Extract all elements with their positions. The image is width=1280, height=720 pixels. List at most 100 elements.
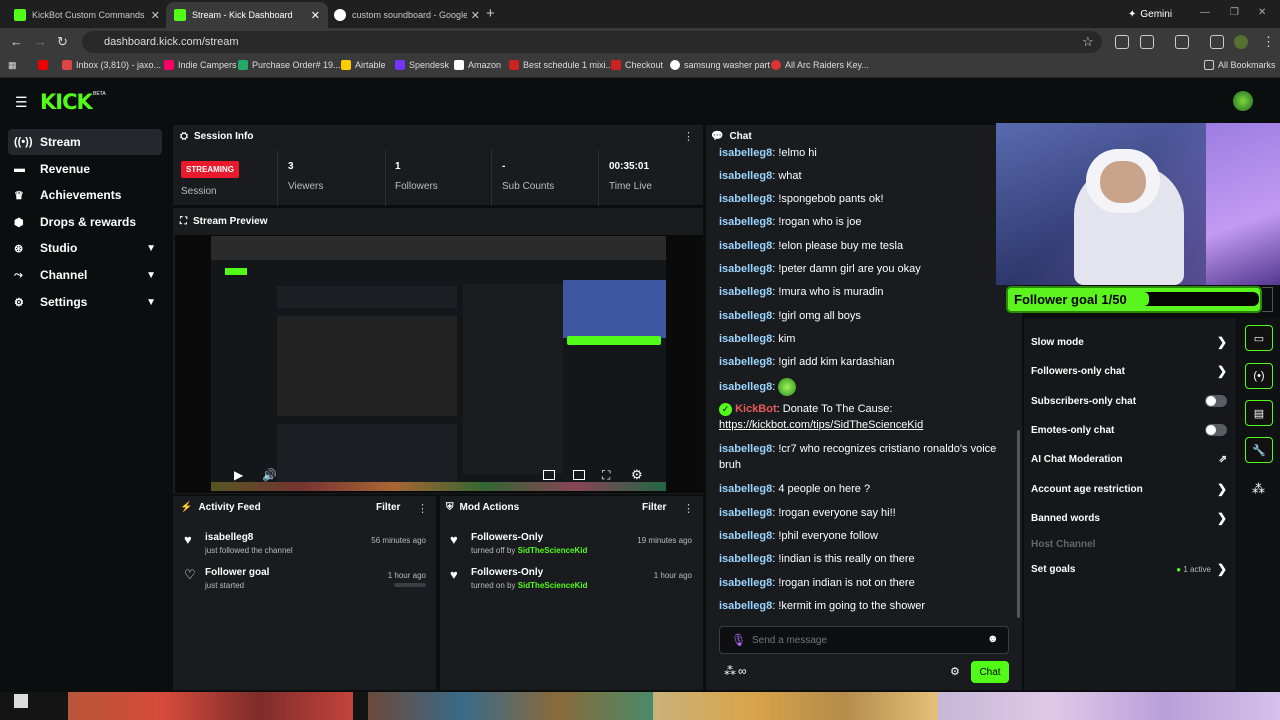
fullscreen-icon[interactable]: ⛶ xyxy=(602,468,610,483)
maximize-icon[interactable]: ❐ xyxy=(1230,7,1239,18)
layout-tool-button[interactable]: ▤ xyxy=(1245,400,1273,426)
donate-link[interactable]: https://kickbot.com/tips/SidTheScienceKi… xyxy=(719,419,923,431)
microphone-icon[interactable]: 🎙 xyxy=(731,633,746,647)
activity-menu-icon[interactable]: ⋮ xyxy=(417,502,428,515)
stat-sub-counts: - Sub Counts xyxy=(502,161,555,192)
close-tab-icon[interactable]: ✕ xyxy=(311,9,320,22)
kickbot-commands-icon[interactable]: ⁂ xyxy=(724,664,736,678)
reading-list-icon[interactable] xyxy=(1210,35,1224,49)
mod-menu-icon[interactable]: ⋮ xyxy=(683,502,694,515)
volume-icon[interactable]: 🔊 xyxy=(262,468,277,482)
profile-avatar-icon[interactable] xyxy=(1234,35,1248,49)
start-icon[interactable] xyxy=(14,694,28,708)
send-chat-button[interactable]: Chat xyxy=(971,661,1009,683)
close-tab-icon[interactable]: ✕ xyxy=(151,9,160,22)
emotes-only-toggle[interactable] xyxy=(1205,424,1227,436)
emoji-icon[interactable]: ☻ xyxy=(987,633,999,645)
activity-filter-button[interactable]: Filter xyxy=(376,502,400,513)
chat-input[interactable] xyxy=(719,626,1009,654)
tab-google-search[interactable]: custom soundboard - Google S ✕ xyxy=(326,2,488,28)
bookmark-airtable[interactable]: Airtable xyxy=(341,60,386,70)
minimize-icon[interactable]: — xyxy=(1200,7,1210,18)
sidebar-item-revenue[interactable]: ▬ Revenue xyxy=(8,156,162,182)
bookmark-best-schedule[interactable]: Best schedule 1 mixi... xyxy=(509,60,613,70)
setting-banned-words[interactable]: Banned words ❯ xyxy=(1031,508,1227,528)
trophy-icon: ♛ xyxy=(14,189,24,202)
play-icon[interactable]: ▶ xyxy=(234,468,243,482)
close-tab-icon[interactable]: ✕ xyxy=(471,9,480,22)
tab-kick-dashboard[interactable]: Stream - Kick Dashboard ✕ xyxy=(166,2,328,28)
bookmark-indie-campers[interactable]: Indie Campers xyxy=(164,60,237,70)
cast-icon[interactable] xyxy=(1175,35,1189,49)
youtube-bookmark-icon[interactable] xyxy=(38,60,48,70)
setting-set-goals[interactable]: Set goals ● 1 active ❯ xyxy=(1031,559,1227,579)
chevron-right-icon: ❯ xyxy=(1216,562,1227,576)
bookmark-purchase-order[interactable]: Purchase Order# 19... xyxy=(238,60,341,70)
apps-grid-icon[interactable]: ▦ xyxy=(8,60,17,71)
kick-logo[interactable]: KICK xyxy=(40,90,93,114)
chat-settings-icon[interactable]: ⚙ xyxy=(950,665,960,678)
new-tab-icon[interactable]: + xyxy=(486,5,495,22)
kick-header xyxy=(0,80,1280,122)
chat-message: isabelleg8: kim xyxy=(719,333,796,345)
infinity-icon[interactable]: ∞ xyxy=(738,664,747,678)
sidebar-item-settings[interactable]: ⚙ Settings ▼ xyxy=(8,289,162,315)
subscribers-only-toggle[interactable] xyxy=(1205,395,1227,407)
moderator-name[interactable]: SidTheScienceKid xyxy=(518,546,588,555)
puzzle-icon[interactable] xyxy=(1140,35,1154,49)
close-window-icon[interactable]: ✕ xyxy=(1258,7,1266,18)
mod-filter-button[interactable]: Filter xyxy=(642,502,666,513)
all-bookmarks[interactable]: All Bookmarks xyxy=(1204,60,1276,70)
settings-gear-icon[interactable]: ⚙ xyxy=(631,467,643,483)
chat-tool-button[interactable]: ▭ xyxy=(1245,325,1273,351)
capture-session xyxy=(277,286,457,308)
bookmark-gmail[interactable]: Inbox (3,810) - jaxo... xyxy=(62,60,161,70)
bookmark-checkout[interactable]: Checkout xyxy=(611,60,663,70)
heart-filled-icon: ♥ xyxy=(450,567,458,582)
setting-ai-moderation[interactable]: AI Chat Moderation ⇗ xyxy=(1031,449,1227,469)
bookmark-spendesk[interactable]: Spendesk xyxy=(395,60,449,70)
sidebar-item-channel[interactable]: ⤳ Channel ▼ xyxy=(8,262,162,288)
sidebar-item-stream[interactable]: ((•)) Stream xyxy=(8,129,162,155)
browser-menu-icon[interactable]: ⋮ xyxy=(1262,34,1275,50)
theater-icon[interactable] xyxy=(573,470,585,480)
forward-icon[interactable]: → xyxy=(34,34,47,49)
mod-time: 1 hour ago xyxy=(653,571,692,580)
pip-icon[interactable] xyxy=(543,470,555,480)
tab-title: custom soundboard - Google S xyxy=(352,10,467,20)
sidebar-item-achievements[interactable]: ♛ Achievements xyxy=(8,182,162,208)
sidebar-item-drops[interactable]: ⬢ Drops & rewards xyxy=(8,209,162,235)
setting-account-age[interactable]: Account age restriction ❯ xyxy=(1031,479,1227,499)
chevron-right-icon: ❯ xyxy=(1216,482,1227,496)
chevron-right-icon: ❯ xyxy=(1216,335,1227,349)
moderator-name[interactable]: SidTheScienceKid xyxy=(518,581,588,590)
session-menu-icon[interactable]: ⋮ xyxy=(683,130,694,143)
chat-scrollbar[interactable] xyxy=(1017,430,1020,618)
airtable-icon xyxy=(341,60,351,70)
broadcast-tool-button[interactable]: (•) xyxy=(1245,363,1273,389)
extension-icon[interactable] xyxy=(1115,35,1129,49)
sidebar-item-studio[interactable]: ⊛ Studio ▼ xyxy=(8,235,162,261)
back-icon[interactable]: ← xyxy=(10,34,23,49)
wrench-tool-button[interactable]: 🔧 xyxy=(1245,437,1273,463)
gemini-button[interactable]: ✦ Gemini xyxy=(1118,5,1182,23)
kickbot-icon[interactable]: ⁂ xyxy=(1252,481,1265,497)
bolt-icon: ⚡ xyxy=(180,502,193,513)
reload-icon[interactable]: ↻ xyxy=(57,34,68,50)
bookmark-samsung[interactable]: samsung washer part xyxy=(670,60,770,70)
url-text: dashboard.kick.com/stream xyxy=(104,36,239,48)
url-field[interactable]: dashboard.kick.com/stream xyxy=(82,31,1102,53)
mod-actions-panel xyxy=(440,496,703,690)
bookmark-amazon[interactable]: Amazon xyxy=(454,60,501,70)
tab-kickbot[interactable]: KickBot Custom Commands ✕ xyxy=(6,2,168,28)
user-avatar[interactable] xyxy=(1233,91,1253,111)
bot-message: ✓ KickBot: Donate To The Cause: https://k… xyxy=(719,403,924,431)
setting-slow-mode[interactable]: Slow mode ❯ xyxy=(1031,332,1227,352)
bookmark-star-icon[interactable]: ☆ xyxy=(1082,34,1094,50)
webcam-overlay xyxy=(996,123,1280,285)
setting-followers-only[interactable]: Followers-only chat ❯ xyxy=(1031,361,1227,381)
hamburger-menu-icon[interactable]: ☰ xyxy=(15,94,28,111)
capture-chat xyxy=(463,284,563,474)
bookmark-arc-raiders[interactable]: All Arc Raiders Key... xyxy=(771,60,869,70)
chat-message: isabelleg8: !kermit im going to the show… xyxy=(719,600,926,612)
